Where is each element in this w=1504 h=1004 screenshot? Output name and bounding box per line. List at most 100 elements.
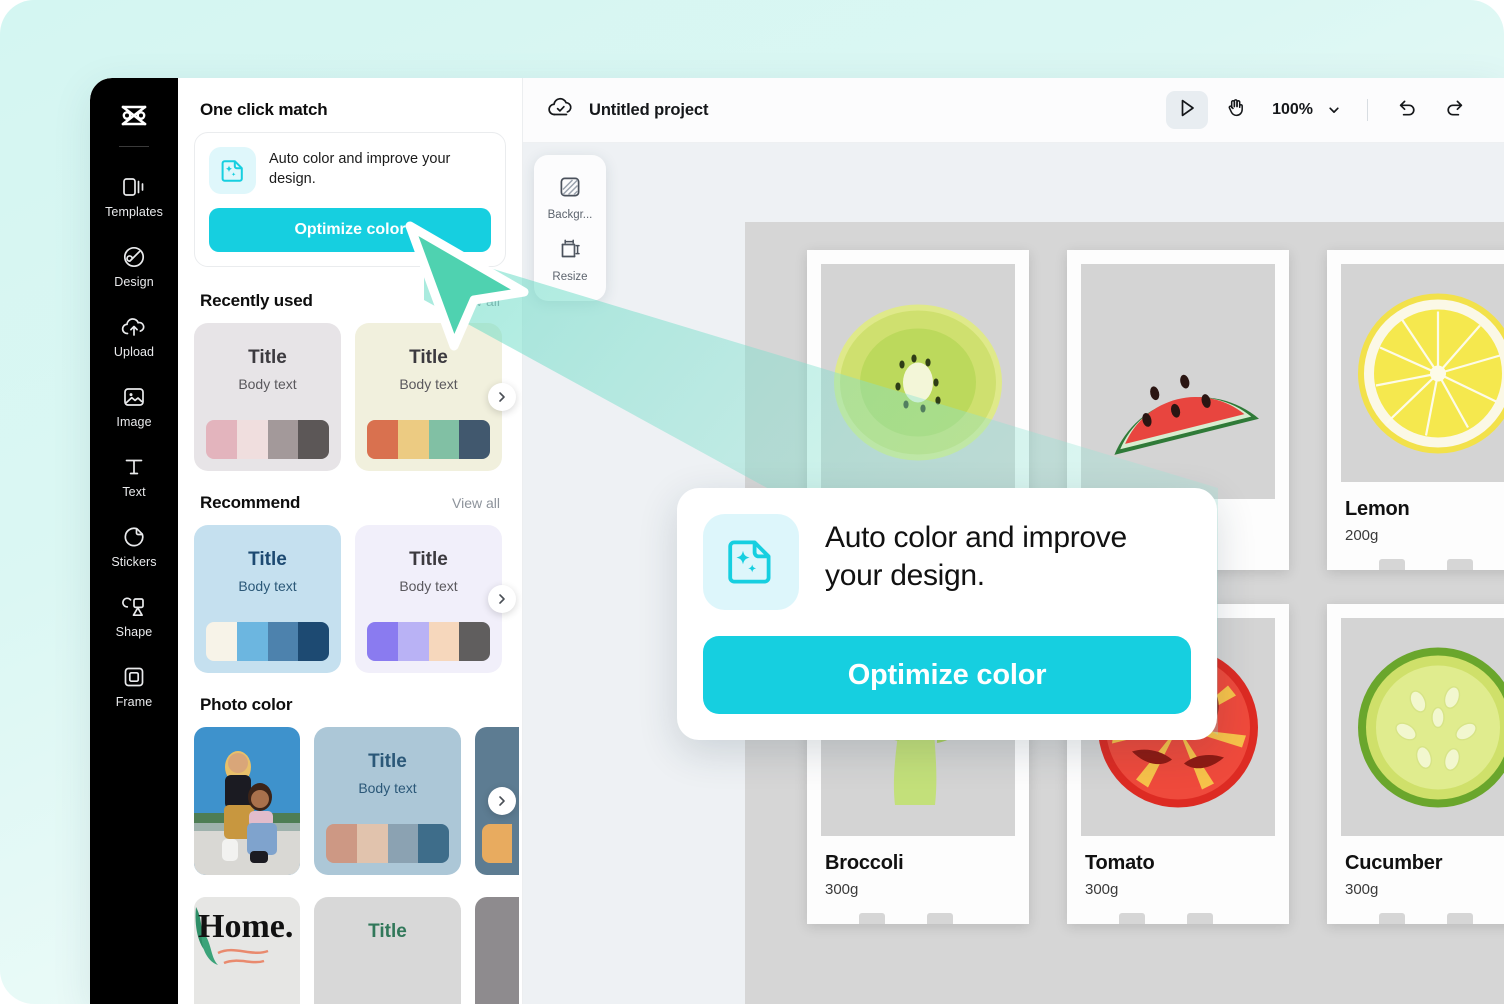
palette-card[interactable]: Title Body text: [355, 323, 502, 471]
palette-title: Title: [409, 549, 448, 570]
toolbar-divider: [1367, 99, 1368, 121]
view-all-recently-used[interactable]: View all: [452, 293, 500, 309]
palette-card-peek[interactable]: [475, 897, 519, 1004]
product-card[interactable]: Cucumber 300g: [1327, 604, 1504, 924]
magic-image-icon: [209, 147, 256, 194]
text-icon: [122, 454, 146, 480]
color-match-panel: One click match Auto color and improve y…: [178, 78, 523, 1004]
sidebar-item-label: Text: [122, 485, 146, 499]
shape-icon: [121, 594, 147, 620]
sidebar-item-frame[interactable]: Frame: [90, 651, 178, 721]
palette-title: Title: [409, 347, 448, 368]
card-notch: [1067, 898, 1289, 924]
palette-card[interactable]: Title Body text: [194, 323, 341, 471]
section-title: Recommend: [200, 493, 301, 512]
palette-title: Title: [248, 347, 287, 368]
palette-body: Body text: [399, 578, 458, 594]
photo-color-row-second: Home. Title: [178, 897, 522, 1004]
sidebar-item-stickers[interactable]: Stickers: [90, 511, 178, 581]
chevron-right-icon[interactable]: [488, 383, 516, 411]
poster-thumbnail[interactable]: Home.: [194, 897, 300, 1004]
photo-thumbnail[interactable]: [194, 727, 300, 875]
product-card[interactable]: Lemon 200g: [1327, 250, 1504, 570]
sidebar-item-label: Image: [116, 415, 152, 429]
upload-icon: [121, 314, 147, 340]
cloud-saved-icon[interactable]: [547, 96, 575, 125]
sidebar-item-label: Templates: [105, 205, 163, 219]
sidebar-item-label: Stickers: [111, 555, 157, 569]
sidebar-item-text[interactable]: Text: [90, 441, 178, 511]
background-icon: [558, 175, 582, 204]
project-info: Untitled project: [547, 96, 709, 125]
select-tool-button[interactable]: [1166, 91, 1209, 129]
product-weight: 200g: [1345, 527, 1379, 544]
left-nav-rail: Templates Design Upload Image Text Stick…: [90, 78, 178, 1004]
product-weight: 300g: [1085, 881, 1119, 898]
sidebar-item-design[interactable]: Design: [90, 231, 178, 301]
project-name[interactable]: Untitled project: [589, 101, 709, 120]
sidebar-item-templates[interactable]: Templates: [90, 161, 178, 231]
palette-swatches: [367, 420, 490, 459]
palette-card[interactable]: Title Body text: [355, 525, 502, 673]
background-tool[interactable]: Backgr...: [534, 167, 606, 229]
product-name: Broccoli: [825, 852, 904, 874]
recommend-row: Title Body text Title Body text: [178, 525, 522, 673]
callout-optimize-color-button[interactable]: Optimize color: [703, 636, 1191, 714]
sidebar-item-label: Frame: [115, 695, 153, 709]
card-notch: [807, 898, 1029, 924]
palette-body: Body text: [238, 376, 297, 392]
chevron-right-icon[interactable]: [488, 585, 516, 613]
section-title: Recently used: [200, 291, 313, 310]
capcut-logo-icon[interactable]: [112, 94, 156, 138]
product-image: [821, 264, 1015, 499]
dock-item-label: Backgr...: [547, 209, 593, 221]
redo-icon: [1444, 97, 1466, 124]
chevron-down-icon[interactable]: [1319, 93, 1349, 127]
toolbar-right-controls: 100%: [1166, 91, 1476, 129]
undo-icon: [1396, 97, 1418, 124]
palette-body: Body text: [238, 578, 297, 594]
sidebar-item-shape[interactable]: Shape: [90, 581, 178, 651]
hand-tool-button[interactable]: [1214, 91, 1256, 129]
magic-image-icon: [703, 514, 799, 610]
undo-button[interactable]: [1386, 91, 1428, 129]
palette-title: Title: [368, 751, 407, 772]
product-meta: Tomato 300g: [1067, 836, 1289, 898]
sidebar-item-upload[interactable]: Upload: [90, 301, 178, 371]
palette-card[interactable]: Title Body text: [314, 727, 461, 875]
sidebar-item-image[interactable]: Image: [90, 371, 178, 441]
redo-button[interactable]: [1434, 91, 1476, 129]
card-notch: [1327, 898, 1504, 924]
palette-swatches: [367, 622, 490, 661]
section-title: Photo color: [200, 695, 293, 714]
palette-swatches: [482, 824, 512, 863]
dock-item-label: Resize: [552, 271, 588, 283]
product-name: Cucumber: [1345, 852, 1443, 874]
chevron-right-icon[interactable]: [488, 787, 516, 815]
photo-color-row: Title Body text: [178, 727, 522, 875]
card-notch: [1327, 544, 1504, 570]
palette-card[interactable]: Title Body text: [194, 525, 341, 673]
zoom-level-value[interactable]: 100%: [1272, 101, 1313, 119]
product-image: [1341, 264, 1504, 482]
optimize-color-button[interactable]: Optimize color: [209, 208, 491, 252]
palette-swatches: [326, 824, 449, 863]
palette-card[interactable]: Title: [314, 897, 461, 1004]
cursor-arrow-icon: [1177, 98, 1197, 123]
product-image: [1341, 618, 1504, 836]
palette-swatches: [206, 622, 329, 661]
product-weight: 300g: [1345, 881, 1379, 898]
view-all-recommend[interactable]: View all: [452, 495, 500, 511]
canvas-tool-dock: Backgr... Resize: [534, 155, 606, 301]
photo-color-header: Photo color: [178, 695, 522, 715]
sidebar-item-label: Upload: [113, 345, 155, 359]
one-click-match-header: One click match: [178, 100, 522, 120]
frame-icon: [122, 664, 146, 690]
hand-icon: [1225, 97, 1246, 123]
palette-title: Title: [248, 549, 287, 570]
resize-tool[interactable]: Resize: [534, 229, 606, 291]
templates-icon: [122, 174, 146, 200]
product-name: Lemon: [1345, 498, 1410, 520]
callout-text: Auto color and improve your design.: [825, 521, 1127, 592]
product-meta: Cucumber 300g: [1327, 836, 1504, 898]
